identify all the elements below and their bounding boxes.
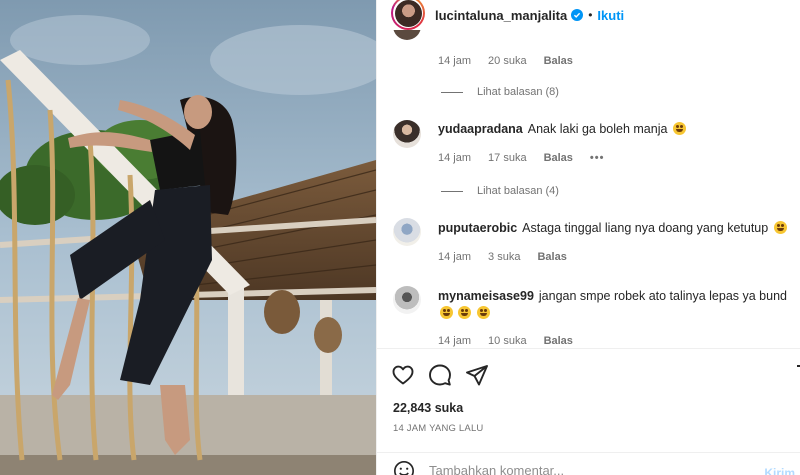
comment-likes[interactable]: 10 suka xyxy=(488,335,527,347)
comment-meta: 14 jam 17 suka Balas ••• xyxy=(438,152,621,164)
comment-likes[interactable]: 3 suka xyxy=(488,251,520,263)
comment-icon[interactable] xyxy=(428,363,452,387)
comment-avatar[interactable] xyxy=(393,120,421,148)
reply-button[interactable]: Balas xyxy=(537,251,566,263)
post-actions: 22,843 suka 14 JAM YANG LALU Kirim xyxy=(377,348,800,475)
comment-meta: 14 jam 3 suka Balas xyxy=(438,251,584,263)
comment-time: 14 jam xyxy=(438,152,472,164)
more-options-icon[interactable]: ••• xyxy=(590,152,605,164)
comment-body: yudaapradana Anak laki ga boleh manja xyxy=(438,121,793,138)
comment-time: 14 jam xyxy=(438,335,472,347)
add-comment-bar: Kirim xyxy=(377,452,800,475)
smile-icon[interactable] xyxy=(393,460,415,475)
laughing-emoji-icon xyxy=(476,306,490,319)
replies-line xyxy=(441,190,463,192)
comment-username[interactable]: yudaapradana xyxy=(438,122,523,136)
share-icon[interactable] xyxy=(465,363,489,387)
comment-body: puputaerobic Astaga tinggal liang nya doa… xyxy=(438,220,793,237)
author-username[interactable]: lucintaluna_manjalita xyxy=(435,8,567,23)
laughing-emoji-icon xyxy=(773,221,787,234)
view-replies-label: Lihat balasan (4) xyxy=(477,185,559,197)
comment-likes[interactable]: 17 suka xyxy=(488,152,527,164)
comment-time: 14 jam xyxy=(438,55,472,67)
post-header: lucintaluna_manjalita • Ikuti xyxy=(377,0,800,30)
view-replies-button[interactable]: Lihat balasan (8) xyxy=(441,86,559,98)
reply-button[interactable]: Balas xyxy=(544,55,573,67)
post-comment-button[interactable]: Kirim xyxy=(764,466,795,475)
comments-list[interactable]: 14 jam 20 suka Balas Lihat balasan (8) y… xyxy=(377,30,800,348)
comment-username[interactable]: mynameisase99 xyxy=(438,289,534,303)
comment-avatar[interactable] xyxy=(393,218,421,246)
header-separator: • xyxy=(588,8,593,22)
post-image xyxy=(0,0,376,475)
comment-text: jangan smpe robek ato talinya lepas ya b… xyxy=(538,289,787,303)
laughing-emoji-icon xyxy=(458,306,472,319)
author-avatar[interactable] xyxy=(391,0,425,30)
laughing-emoji-icon xyxy=(672,122,686,135)
comment-time: 14 jam xyxy=(438,251,472,263)
comment-text: Astaga tinggal liang nya doang yang ketu… xyxy=(522,221,769,235)
comment-avatar[interactable] xyxy=(393,30,421,40)
verified-badge-icon xyxy=(571,9,584,21)
comment-username[interactable]: puputaerobic xyxy=(438,221,517,235)
replies-line xyxy=(441,91,463,93)
heart-icon[interactable] xyxy=(391,363,415,387)
likes-count[interactable]: 22,843 suka xyxy=(393,401,463,415)
follow-button[interactable]: Ikuti xyxy=(597,8,624,23)
view-replies-button[interactable]: Lihat balasan (4) xyxy=(441,185,559,197)
laughing-emoji-icon xyxy=(440,306,453,319)
comment-avatar[interactable] xyxy=(393,286,421,314)
comment-meta: 14 jam 10 suka Balas xyxy=(438,335,590,347)
post-photo[interactable] xyxy=(0,0,376,475)
comment-input[interactable] xyxy=(429,463,729,475)
comment-likes[interactable]: 20 suka xyxy=(488,55,527,67)
comment-text: Anak laki ga boleh manja xyxy=(527,122,668,136)
reply-button[interactable]: Balas xyxy=(544,335,573,347)
view-replies-label: Lihat balasan (8) xyxy=(477,86,559,98)
post-time[interactable]: 14 JAM YANG LALU xyxy=(393,423,484,434)
comment-meta: 14 jam 20 suka Balas xyxy=(438,55,590,67)
bookmark-icon[interactable] xyxy=(796,363,800,387)
comment-body: mynameisase99 jangan smpe robek ato talin… xyxy=(438,288,793,322)
post-sidebar: lucintaluna_manjalita • Ikuti 14 jam 20 … xyxy=(376,0,800,475)
reply-button[interactable]: Balas xyxy=(544,152,573,164)
